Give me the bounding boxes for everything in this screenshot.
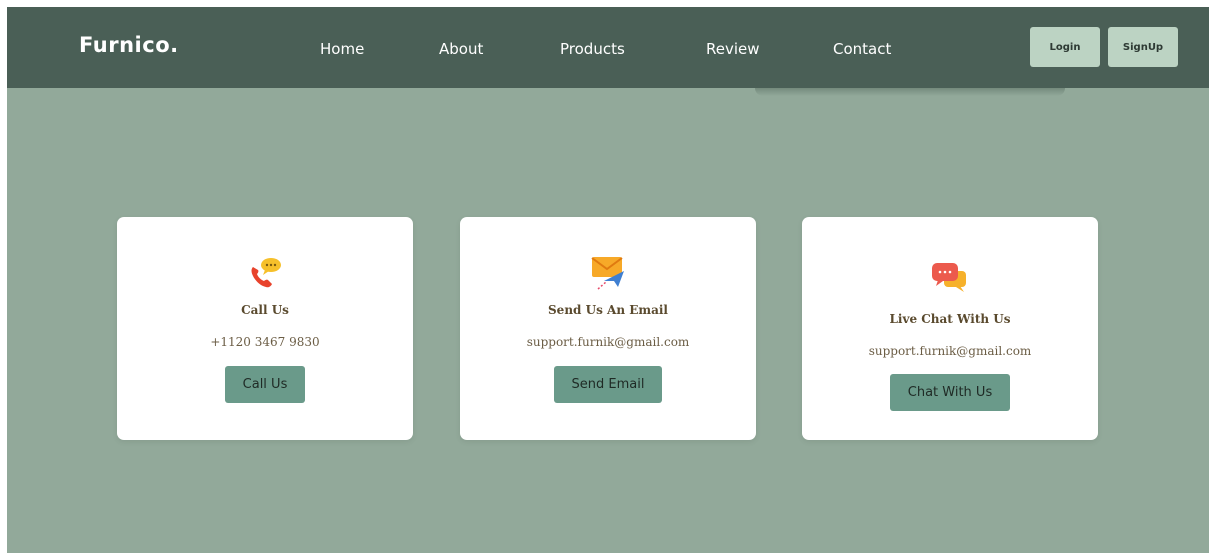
card-title: Live Chat With Us: [889, 312, 1011, 326]
chat-with-us-button[interactable]: Chat With Us: [890, 374, 1010, 411]
navbar: Furnico. Home About Products Review Cont…: [7, 7, 1209, 88]
dropdown-shadow: [755, 88, 1065, 96]
contact-card-call: Call Us +1120 3467 9830 Call Us: [117, 217, 413, 440]
email-send-icon: [588, 253, 628, 290]
nav-link-review[interactable]: Review: [706, 40, 760, 58]
signup-button[interactable]: SignUp: [1108, 27, 1178, 67]
phone-call-icon: [245, 255, 285, 291]
call-us-button[interactable]: Call Us: [225, 366, 305, 403]
phone-number: +1120 3467 9830: [210, 335, 320, 349]
card-title: Call Us: [241, 303, 289, 317]
nav-link-home[interactable]: Home: [320, 40, 364, 58]
email-address: support.furnik@gmail.com: [868, 344, 1032, 358]
nav-link-about[interactable]: About: [439, 40, 483, 58]
brand-logo[interactable]: Furnico.: [79, 33, 179, 57]
nav-link-contact[interactable]: Contact: [833, 40, 891, 58]
chat-bubbles-icon: [930, 259, 970, 295]
page-background: Furnico. Home About Products Review Cont…: [7, 7, 1209, 553]
send-email-button[interactable]: Send Email: [554, 366, 662, 403]
contact-card-chat: Live Chat With Us support.furnik@gmail.c…: [802, 217, 1098, 440]
card-title: Send Us An Email: [548, 303, 668, 317]
email-address: support.furnik@gmail.com: [526, 335, 690, 349]
nav-link-products[interactable]: Products: [560, 40, 625, 58]
contact-card-email: Send Us An Email support.furnik@gmail.co…: [460, 217, 756, 440]
login-button[interactable]: Login: [1030, 27, 1100, 67]
